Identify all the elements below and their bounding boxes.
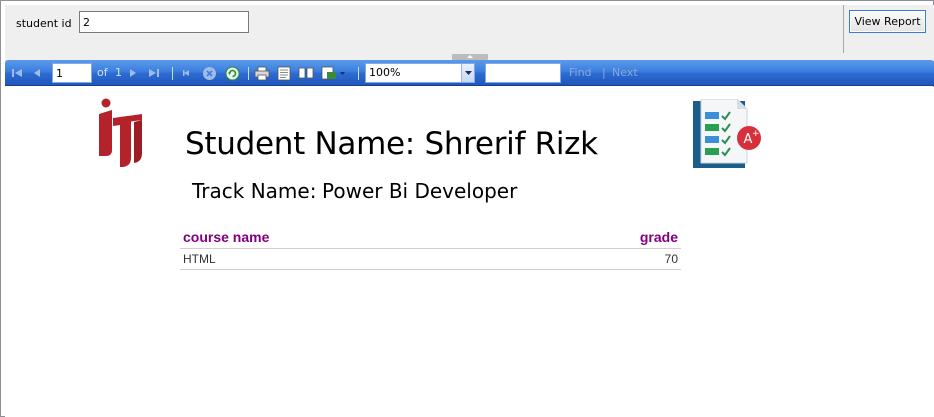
stop-icon[interactable]: [201, 64, 217, 82]
last-page-icon[interactable]: [147, 64, 161, 82]
student-id-input[interactable]: [79, 11, 249, 33]
course-name-cell: HTML: [180, 248, 520, 270]
grade-cell: 70: [519, 248, 681, 270]
export-icon[interactable]: [321, 64, 347, 82]
chevron-down-icon[interactable]: [461, 64, 474, 82]
track-name-value: Power Bi Developer: [322, 179, 518, 203]
track-name-label: Track Name:: [192, 179, 317, 203]
table-row: HTML 70: [180, 248, 681, 270]
student-name-heading: Student Name: Shrerif Rizk: [185, 126, 598, 162]
print-layout-icon[interactable]: [276, 64, 292, 82]
grades-table: course name grade HTML 70: [180, 226, 681, 270]
report-viewer-window: student id View Report of 1: [0, 0, 934, 417]
report-canvas: Student Name: Shrerif Rizk Track Name: P…: [5, 87, 934, 417]
page-setup-icon[interactable]: [298, 64, 314, 82]
checklist-grade-icon: A +: [693, 99, 761, 168]
svg-text:+: +: [752, 129, 760, 139]
total-pages: 1: [115, 66, 122, 79]
find-next-button[interactable]: Next: [612, 66, 638, 79]
toolbar-separator: [248, 67, 249, 80]
current-page-input[interactable]: [52, 63, 92, 83]
find-separator: |: [602, 66, 606, 79]
find-text-input[interactable]: [485, 63, 561, 83]
find-button[interactable]: Find: [569, 66, 592, 79]
parameter-area: student id View Report: [5, 5, 934, 53]
course-name-header: course name: [180, 226, 520, 249]
report-toolbar: of 1: [5, 60, 934, 86]
refresh-icon[interactable]: [224, 64, 240, 82]
of-label: of: [97, 66, 108, 79]
toolbar-separator: [358, 67, 359, 80]
previous-page-icon[interactable]: [30, 64, 44, 82]
toolbar-separator: [172, 67, 173, 80]
back-to-parent-icon[interactable]: [180, 64, 194, 82]
student-id-label: student id: [16, 17, 72, 30]
table-header-row: course name grade: [180, 226, 681, 249]
next-page-icon[interactable]: [126, 64, 140, 82]
view-report-button[interactable]: View Report: [849, 10, 926, 33]
zoom-value: 100%: [369, 66, 401, 79]
parameter-divider: [843, 5, 844, 53]
grade-header: grade: [519, 226, 681, 249]
first-page-icon[interactable]: [10, 64, 24, 82]
print-icon[interactable]: [254, 64, 270, 82]
iti-logo: [99, 98, 142, 167]
zoom-select[interactable]: 100%: [365, 63, 475, 83]
